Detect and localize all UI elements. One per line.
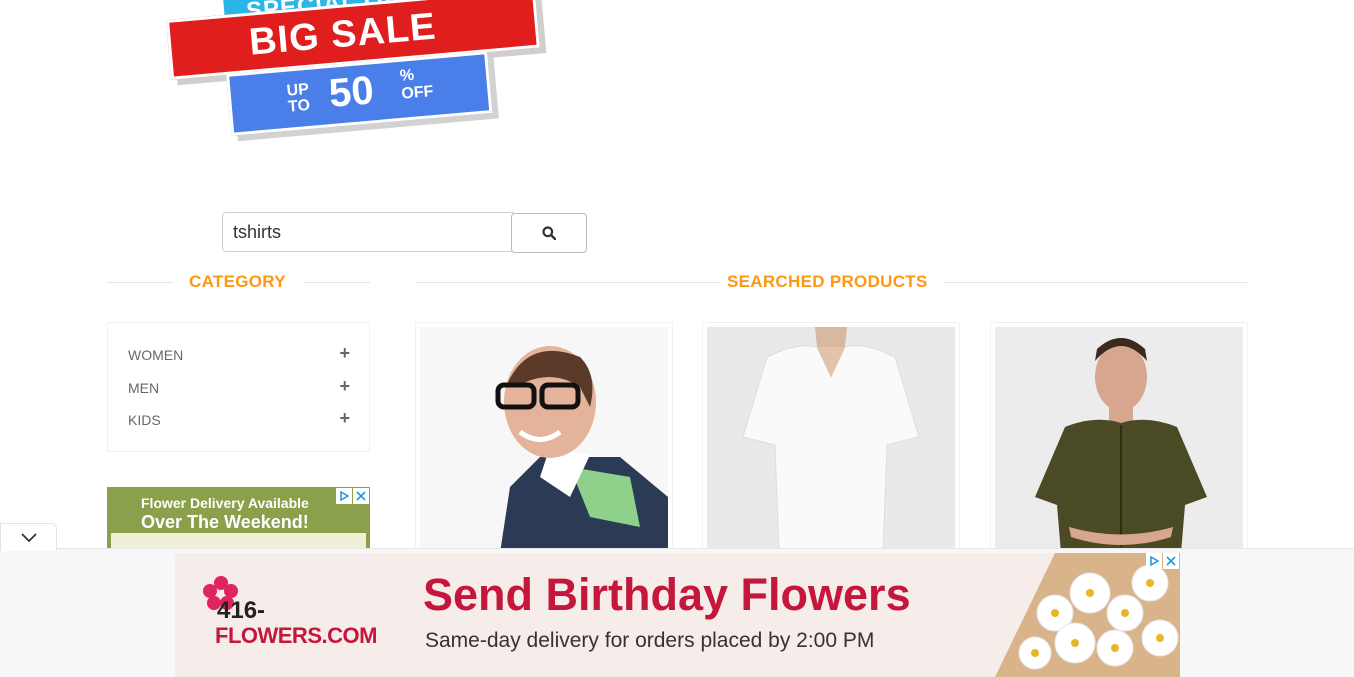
product-card[interactable] — [702, 322, 960, 553]
big-sale-text: BIG SALE — [247, 5, 438, 64]
ad-choices-icon[interactable] — [336, 488, 352, 504]
product-image[interactable] — [707, 327, 955, 553]
side-ad-line2: Over The Weekend! — [141, 512, 309, 532]
discount-off: % OFF — [399, 65, 434, 104]
sale-banner: SPECIAL OFFER BIG SALE UPTO 50 %OFF — [0, 0, 560, 150]
side-ad-image — [111, 533, 366, 549]
flowers-image — [995, 553, 1180, 677]
divider — [304, 282, 370, 283]
divider — [107, 282, 173, 283]
search-button[interactable] — [511, 213, 587, 253]
side-advertisement[interactable]: Flower Delivery Available Over The Weeke… — [107, 487, 370, 549]
category-title: CATEGORY — [189, 272, 286, 291]
plus-icon[interactable]: + — [339, 343, 350, 364]
plus-icon[interactable]: + — [339, 408, 350, 429]
category-item-label: WOMEN — [128, 347, 184, 363]
ad-headline: Send Birthday Flowers — [423, 569, 911, 620]
ad-choices-icon[interactable] — [1146, 553, 1162, 569]
off-text: OFF — [400, 83, 435, 103]
category-item-label: KIDS — [128, 412, 161, 428]
product-card[interactable] — [990, 322, 1248, 553]
plus-icon[interactable]: + — [339, 376, 350, 397]
category-item-women[interactable]: WOMEN + — [128, 343, 350, 365]
close-icon[interactable] — [353, 488, 369, 504]
percent-sign: % — [399, 66, 415, 85]
ad-logo-name: FLOWERS.COM — [215, 623, 377, 648]
collapse-ad-button[interactable] — [0, 523, 57, 551]
search-input[interactable] — [222, 212, 514, 252]
search-icon — [542, 226, 556, 240]
chevron-down-icon — [20, 532, 37, 542]
category-item-label: MEN — [128, 380, 160, 396]
bottom-advertisement[interactable]: 416- FLOWERS.COM Send Birthday Flowers S… — [175, 553, 1180, 677]
category-heading: CATEGORY — [107, 272, 370, 294]
divider — [415, 282, 720, 283]
side-ad-line1: Flower Delivery Available — [141, 495, 309, 511]
product-image[interactable] — [420, 327, 668, 553]
category-item-kids[interactable]: KIDS + — [128, 408, 350, 430]
product-card[interactable] — [415, 322, 673, 553]
close-icon[interactable] — [1163, 553, 1179, 569]
product-image[interactable] — [995, 327, 1243, 553]
ad-subline: Same-day delivery for orders placed by 2… — [425, 629, 875, 652]
discount-up-to: UP TO — [286, 81, 311, 116]
category-panel: WOMEN + MEN + KIDS + — [107, 322, 370, 452]
discount-percent: 50 — [327, 68, 376, 117]
divider — [943, 282, 1247, 283]
to-text: TO — [287, 96, 311, 116]
category-item-men[interactable]: MEN + — [128, 376, 350, 398]
ad-logo-number: 416- — [217, 597, 266, 624]
searched-products-title: SEARCHED PRODUCTS — [727, 272, 928, 291]
searched-products-heading: SEARCHED PRODUCTS — [415, 272, 1247, 294]
